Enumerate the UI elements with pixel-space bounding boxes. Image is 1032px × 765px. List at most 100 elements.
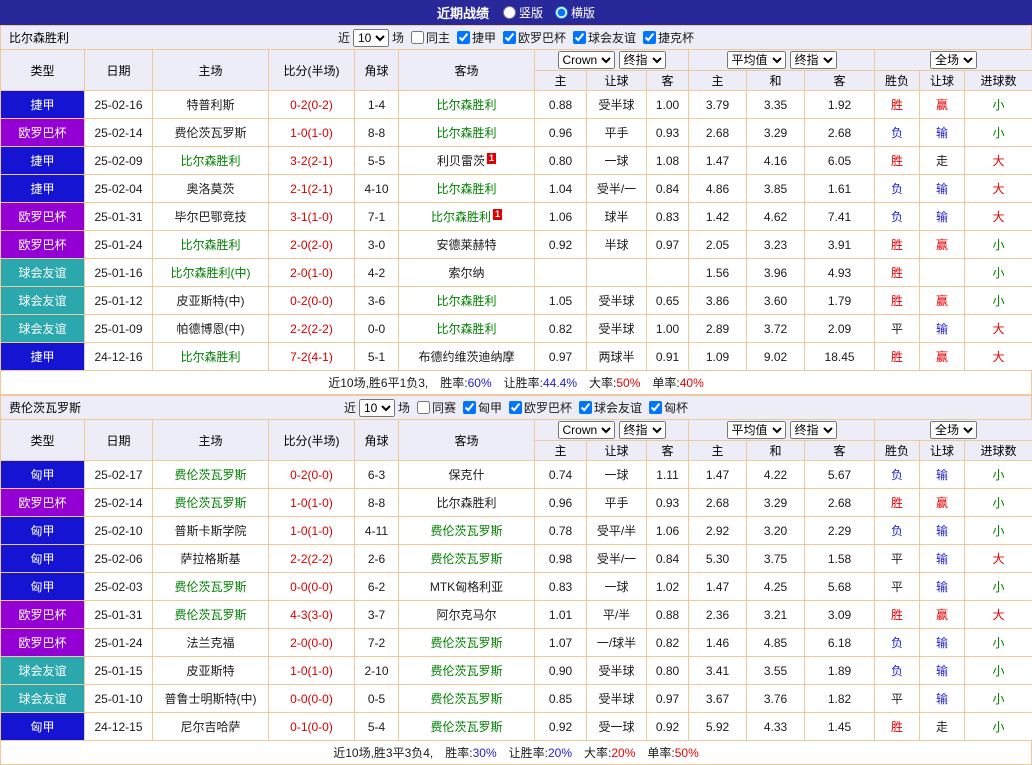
filter-option[interactable]: 匈甲 <box>463 399 502 416</box>
score[interactable]: 7-2(4-1) <box>290 350 333 364</box>
home-team[interactable]: 毕尔巴鄂竞技 <box>174 210 246 224</box>
filter-checkbox[interactable] <box>579 401 592 414</box>
away-team[interactable]: 阿尔克马尔 <box>436 608 496 622</box>
filter-option[interactable]: 欧罗巴杯 <box>509 399 572 416</box>
home-team[interactable]: 帕德博恩(中) <box>177 322 245 336</box>
view-option[interactable]: 竖版 <box>503 4 543 21</box>
away-team[interactable]: 费伦茨瓦罗斯 <box>430 664 502 678</box>
away-team[interactable]: 费伦茨瓦罗斯 <box>430 692 502 706</box>
score[interactable]: 3-2(2-1) <box>290 154 333 168</box>
recent-count-select[interactable]: 10 <box>353 29 389 47</box>
home-team[interactable]: 比尔森胜利 <box>180 350 240 364</box>
score[interactable]: 2-0(1-0) <box>290 266 333 280</box>
score[interactable]: 0-2(0-0) <box>290 294 333 308</box>
away-team[interactable]: 布德约维茨迪纳摩 <box>418 350 514 364</box>
score[interactable]: 1-0(1-0) <box>290 664 333 678</box>
home-team[interactable]: 萨拉格斯基 <box>180 552 240 566</box>
filter-checkbox[interactable] <box>649 401 662 414</box>
home-team[interactable]: 皮亚斯特 <box>186 664 234 678</box>
filter-option[interactable]: 捷甲 <box>457 29 496 46</box>
score[interactable]: 2-1(2-1) <box>290 182 333 196</box>
away-team-cell: 利贝雷茨1 <box>399 147 535 175</box>
score[interactable]: 1-0(1-0) <box>290 126 333 140</box>
hcp-away-odds: 0.97 <box>647 685 689 713</box>
home-team[interactable]: 费伦茨瓦罗斯 <box>174 580 246 594</box>
filter-checkbox[interactable] <box>463 401 476 414</box>
filter-option[interactable]: 球会友谊 <box>573 29 636 46</box>
filter-option[interactable]: 匈杯 <box>649 399 688 416</box>
home-team[interactable]: 普斯卡斯学院 <box>174 524 246 538</box>
filter-checkbox[interactable] <box>573 31 586 44</box>
away-team[interactable]: 比尔森胜利 <box>436 294 496 308</box>
home-team[interactable]: 比尔森胜利 <box>180 154 240 168</box>
fulltime-select[interactable]: 全场 <box>930 421 977 439</box>
filter-checkbox[interactable] <box>503 31 516 44</box>
home-team[interactable]: 比尔森胜利(中) <box>171 266 251 280</box>
home-team[interactable]: 奥洛莫茨 <box>186 182 234 196</box>
away-team[interactable]: 比尔森胜利 <box>436 182 496 196</box>
away-team[interactable]: 利贝雷茨 <box>437 154 485 168</box>
fulltime-select[interactable]: 全场 <box>930 51 977 69</box>
view-radio[interactable] <box>503 6 516 19</box>
home-team[interactable]: 普鲁士明斯特(中) <box>165 692 257 706</box>
away-team[interactable]: 比尔森胜利 <box>431 210 491 224</box>
view-option[interactable]: 横版 <box>555 4 595 21</box>
filter-checkbox[interactable] <box>411 31 424 44</box>
home-team[interactable]: 费伦茨瓦罗斯 <box>174 496 246 510</box>
avg-select[interactable]: 平均值 <box>727 51 786 69</box>
away-team[interactable]: MTK匈格利亚 <box>430 580 503 594</box>
score[interactable]: 1-0(1-0) <box>290 524 333 538</box>
away-team[interactable]: 索尔纳 <box>448 266 484 280</box>
home-team[interactable]: 皮亚斯特(中) <box>177 294 245 308</box>
home-team[interactable]: 特普利斯 <box>186 98 234 112</box>
bookmaker-select[interactable]: Crown <box>558 421 615 439</box>
filter-option[interactable]: 球会友谊 <box>579 399 642 416</box>
filter-checkbox[interactable] <box>643 31 656 44</box>
score[interactable]: 0-0(0-0) <box>290 580 333 594</box>
final-odds-select[interactable]: 终指 <box>619 51 666 69</box>
filter-checkbox[interactable] <box>417 401 430 414</box>
away-team[interactable]: 保克什 <box>448 468 484 482</box>
away-team[interactable]: 费伦茨瓦罗斯 <box>430 552 502 566</box>
score[interactable]: 2-2(2-2) <box>290 322 333 336</box>
score[interactable]: 2-0(2-0) <box>290 238 333 252</box>
home-team[interactable]: 法兰克福 <box>186 636 234 650</box>
score[interactable]: 3-1(1-0) <box>290 210 333 224</box>
score[interactable]: 2-2(2-2) <box>290 552 333 566</box>
filter-option[interactable]: 同主 <box>411 29 450 46</box>
away-team[interactable]: 费伦茨瓦罗斯 <box>430 636 502 650</box>
score[interactable]: 0-2(0-0) <box>290 468 333 482</box>
away-team[interactable]: 比尔森胜利 <box>436 126 496 140</box>
score-cell: 0-0(0-0) <box>269 685 355 713</box>
recent-count-select[interactable]: 10 <box>359 399 395 417</box>
filter-checkbox[interactable] <box>509 401 522 414</box>
home-team[interactable]: 尼尔吉哈萨 <box>180 720 240 734</box>
score[interactable]: 0-1(0-0) <box>290 720 333 734</box>
home-team[interactable]: 比尔森胜利 <box>180 238 240 252</box>
away-team[interactable]: 安德莱赫特 <box>436 238 496 252</box>
avg-select[interactable]: 平均值 <box>727 421 786 439</box>
score[interactable]: 2-0(0-0) <box>290 636 333 650</box>
away-team[interactable]: 比尔森胜利 <box>436 496 496 510</box>
filter-option[interactable]: 欧罗巴杯 <box>503 29 566 46</box>
final-odds-select[interactable]: 终指 <box>619 421 666 439</box>
score[interactable]: 4-3(3-0) <box>290 608 333 622</box>
away-team[interactable]: 比尔森胜利 <box>436 98 496 112</box>
avg-final-select[interactable]: 终指 <box>790 51 837 69</box>
filter-checkbox[interactable] <box>457 31 470 44</box>
home-team[interactable]: 费伦茨瓦罗斯 <box>174 608 246 622</box>
score[interactable]: 0-0(0-0) <box>290 692 333 706</box>
date-cell: 25-02-09 <box>85 147 153 175</box>
filter-option[interactable]: 捷克杯 <box>643 29 694 46</box>
avg-final-select[interactable]: 终指 <box>790 421 837 439</box>
filter-option[interactable]: 同赛 <box>417 399 456 416</box>
away-team[interactable]: 费伦茨瓦罗斯 <box>430 720 502 734</box>
view-radio[interactable] <box>555 6 568 19</box>
away-team[interactable]: 比尔森胜利 <box>436 322 496 336</box>
bookmaker-select[interactable]: Crown <box>558 51 615 69</box>
score[interactable]: 0-2(0-2) <box>290 98 333 112</box>
home-team[interactable]: 费伦茨瓦罗斯 <box>174 126 246 140</box>
score[interactable]: 1-0(1-0) <box>290 496 333 510</box>
away-team[interactable]: 费伦茨瓦罗斯 <box>430 524 502 538</box>
home-team[interactable]: 费伦茨瓦罗斯 <box>174 468 246 482</box>
